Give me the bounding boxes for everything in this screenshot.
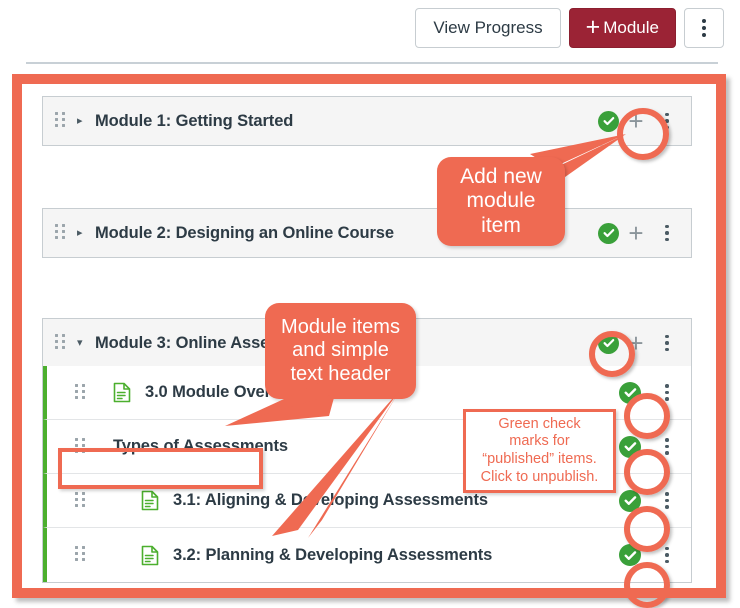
annotation-line: Add new xyxy=(460,164,542,188)
toolbar-more-options-button[interactable] xyxy=(684,8,724,48)
highlight-frame-bottom-edge xyxy=(12,588,726,598)
view-progress-label: View Progress xyxy=(433,18,543,37)
plus-icon: + xyxy=(585,12,601,41)
annotation-line: “published” items. xyxy=(482,451,597,467)
module-header-2[interactable]: ▸ Module 2: Designing an Online Course + xyxy=(43,209,691,257)
drag-handle-icon[interactable] xyxy=(55,112,67,130)
chevron-down-icon[interactable]: ▾ xyxy=(77,337,91,349)
module-item-actions xyxy=(619,540,681,570)
module-item-more-options-icon[interactable] xyxy=(653,486,681,516)
highlight-frame-right-edge xyxy=(716,74,726,598)
kebab-icon xyxy=(702,19,706,37)
module-item-more-options-icon[interactable] xyxy=(653,432,681,462)
annotation-note-published-checks: Green check marks for “published” items.… xyxy=(463,409,616,493)
annotation-line: item xyxy=(481,213,521,237)
module-item-actions xyxy=(619,432,681,462)
view-progress-button[interactable]: View Progress xyxy=(415,8,561,48)
add-module-item-icon[interactable]: + xyxy=(619,216,653,250)
drag-handle-icon[interactable] xyxy=(75,491,87,510)
add-module-button[interactable]: + Module xyxy=(568,8,676,48)
module-item-more-options-icon[interactable] xyxy=(653,378,681,408)
screenshot-root: View Progress + Module ▸ Module 1: Getti… xyxy=(0,0,740,608)
highlight-frame-left-edge xyxy=(12,74,22,598)
chevron-right-icon[interactable]: ▸ xyxy=(77,227,91,239)
module-more-options-icon[interactable] xyxy=(653,218,681,248)
module-item-actions xyxy=(619,486,681,516)
published-check-icon[interactable] xyxy=(619,435,641,458)
module-more-options-icon[interactable] xyxy=(653,328,681,358)
annotation-line: module xyxy=(466,189,536,213)
module-title: Module 2: Designing an Online Course xyxy=(95,223,394,242)
annotation-callout-add-item: Add new module item xyxy=(437,157,565,246)
page-document-icon xyxy=(141,490,159,511)
published-check-icon[interactable] xyxy=(619,544,641,566)
chevron-right-icon[interactable]: ▸ xyxy=(77,115,91,127)
published-check-icon[interactable] xyxy=(619,381,641,404)
annotation-line: Module items xyxy=(281,316,400,339)
drag-handle-icon[interactable] xyxy=(75,437,87,456)
annotation-line: Click to unpublish. xyxy=(480,468,599,485)
annotation-line: marks for xyxy=(509,433,570,450)
drag-handle-icon[interactable] xyxy=(75,383,87,402)
add-module-item-icon[interactable]: + xyxy=(619,326,653,360)
annotation-line: Green check xyxy=(498,415,581,432)
add-module-label: Module xyxy=(603,18,659,37)
annotation-line: and simple xyxy=(292,339,389,362)
published-check-icon[interactable] xyxy=(598,332,619,354)
page-toolbar: View Progress + Module xyxy=(0,0,740,62)
module-more-options-icon[interactable] xyxy=(653,106,681,136)
toolbar-actions: View Progress + Module xyxy=(415,8,724,48)
published-check-icon[interactable] xyxy=(598,222,619,244)
page-document-icon xyxy=(141,545,159,566)
module-item-more-options-icon[interactable] xyxy=(653,540,681,570)
drag-handle-icon[interactable] xyxy=(55,224,67,242)
toolbar-divider xyxy=(26,62,718,64)
drag-handle-icon[interactable] xyxy=(55,334,67,352)
module-actions-2: + xyxy=(598,216,681,250)
page-document-icon xyxy=(113,382,131,403)
drag-handle-icon[interactable] xyxy=(75,546,87,564)
module-title: Module 1: Getting Started xyxy=(95,111,294,130)
module-item-label: 3.2: Planning & Developing Assessments xyxy=(173,545,493,564)
published-check-icon[interactable] xyxy=(619,489,641,512)
annotation-arrow-text-header xyxy=(272,390,400,538)
module-row-2[interactable]: ▸ Module 2: Designing an Online Course + xyxy=(42,208,692,258)
module-item-actions xyxy=(619,378,681,408)
module-actions-3: + xyxy=(598,326,681,360)
